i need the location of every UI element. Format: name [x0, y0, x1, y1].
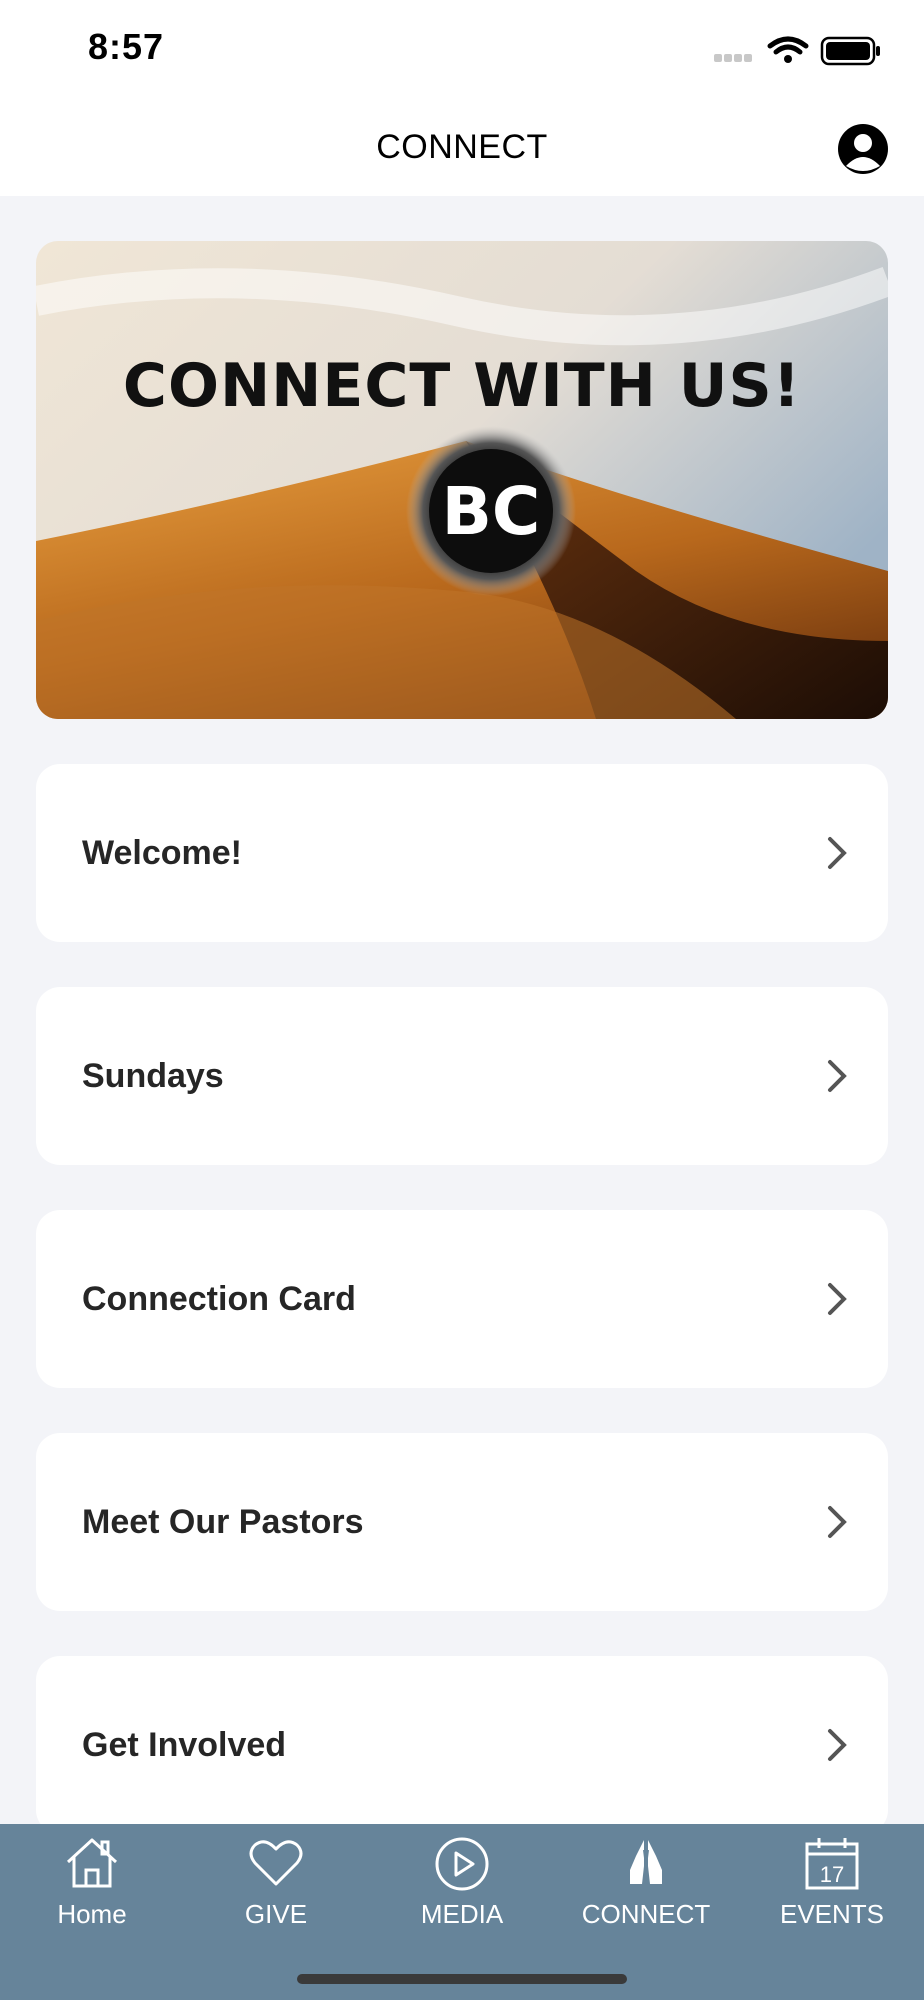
menu-item-label: Connection Card — [82, 1280, 356, 1318]
tab-label: CONNECT — [581, 1899, 711, 1929]
chevron-right-icon — [828, 1060, 847, 1092]
tab-label: Home — [57, 1899, 127, 1929]
chevron-right-icon — [828, 837, 847, 869]
profile-icon[interactable] — [836, 122, 890, 176]
menu-item-welcome[interactable]: Welcome! — [36, 764, 888, 942]
calendar-icon: 17 — [805, 1838, 859, 1890]
chevron-right-icon — [828, 1506, 847, 1538]
wifi-icon — [767, 36, 809, 55]
signal-icon — [714, 54, 752, 62]
logo-text: BC — [442, 473, 541, 550]
play-icon — [435, 1837, 489, 1891]
tab-home[interactable]: Home — [0, 1824, 184, 1954]
heart-icon — [249, 1840, 303, 1886]
navigation-bar: CONNECT — [0, 100, 924, 196]
battery-icon — [820, 36, 880, 66]
menu-item-meet-our-pastors[interactable]: Meet Our Pastors — [36, 1433, 888, 1611]
calendar-day: 17 — [820, 1862, 844, 1887]
menu-item-label: Meet Our Pastors — [82, 1503, 364, 1541]
chevron-right-icon — [828, 1283, 847, 1315]
menu-item-label: Welcome! — [82, 834, 242, 872]
menu-item-connection-card[interactable]: Connection Card — [36, 1210, 888, 1388]
menu-item-label: Sundays — [82, 1057, 224, 1095]
tab-label: GIVE — [244, 1899, 308, 1929]
page-title: CONNECT — [376, 128, 548, 166]
chevron-right-icon — [828, 1729, 847, 1761]
church-logo: BC — [406, 426, 576, 596]
hero-banner: CONNECT WITH US! BC — [36, 241, 888, 719]
connect-menu-list: Welcome! Sundays Connection Card Meet Ou… — [36, 764, 888, 1879]
home-indicator — [297, 1974, 627, 1984]
hero-title: CONNECT WITH US! — [122, 351, 802, 421]
menu-item-get-involved[interactable]: Get Involved — [36, 1656, 888, 1834]
status-time: 8:57 — [88, 26, 165, 67]
tab-connect[interactable]: CONNECT — [554, 1824, 738, 1954]
menu-item-label: Get Involved — [82, 1726, 287, 1764]
status-icons — [714, 36, 880, 66]
tab-label: MEDIA — [420, 1899, 504, 1929]
tab-media[interactable]: MEDIA — [370, 1824, 554, 1954]
tab-give[interactable]: GIVE — [184, 1824, 368, 1954]
praying-hands-icon — [630, 1840, 662, 1884]
tab-label: EVENTS — [779, 1899, 885, 1929]
menu-item-sundays[interactable]: Sundays — [36, 987, 888, 1165]
home-icon — [66, 1838, 118, 1888]
status-bar: 8:57 — [0, 0, 924, 100]
tab-events[interactable]: 17 EVENTS — [740, 1824, 924, 1954]
